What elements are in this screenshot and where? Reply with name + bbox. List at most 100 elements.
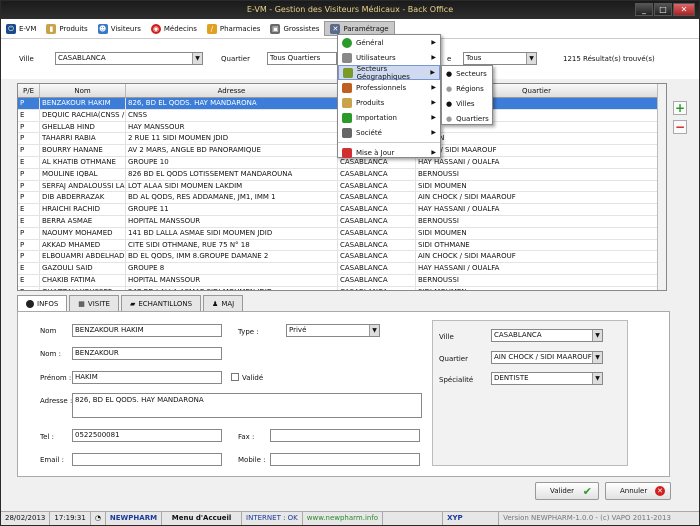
menu-item-label: Régions — [456, 84, 484, 93]
close-button[interactable]: ✕ — [673, 3, 695, 16]
menu-item-mise-a-jour[interactable]: Mise à Jour ▶ — [338, 145, 440, 160]
mobile-field[interactable] — [270, 453, 420, 466]
nom2-label: Nom : — [40, 350, 61, 358]
table-row[interactable]: P ELBOUAMRI ABDELHADI BD EL QODS, IMM 8.GR… — [18, 251, 666, 264]
table-row[interactable]: E CHAKIB FATIMA HOPITAL MANSSOUR CASABLANCA… — [18, 274, 666, 287]
valide-checkbox[interactable] — [231, 373, 239, 381]
table-cell: 247 BD LALLA ASMAE SIDI MOUMEN JDID — [126, 286, 338, 290]
submenu-item-quartiers[interactable]: ● Quartiers — [442, 111, 492, 126]
quartier-filter-select[interactable]: Tous Quartiers — [267, 52, 337, 65]
status-user: XYP — [443, 512, 500, 525]
status-website[interactable]: www.newpharm.info — [303, 512, 384, 525]
table-cell: P — [18, 286, 40, 290]
tab-infos[interactable]: INFOS — [17, 295, 68, 311]
table-row[interactable]: P AKKAD MHAMED CITE SIDI OTHMANE, RUE 75 N… — [18, 239, 666, 252]
table-cell: 2 RUE 11 SIDI MOUMEN JDID — [126, 133, 338, 145]
table-cell: 141 BD LALLA ASMAE SIDI MOUMEN JDID — [126, 227, 338, 239]
status-date: 28/02/2013 — [1, 512, 51, 525]
tab-maj[interactable]: ♟ MAJ — [203, 295, 244, 311]
table-cell: SIDI MOUMEN — [416, 286, 658, 290]
pin-icon: ● — [446, 84, 453, 93]
nom-field[interactable]: BENZAKOUR — [72, 347, 222, 360]
menu-item-label: Utilisateurs — [356, 53, 396, 62]
table-cell: ELBOUAMRI ABDELHADI — [42, 251, 126, 263]
quartier-filter-label: Quartier — [221, 55, 250, 63]
prenom-field[interactable]: HAKIM — [72, 371, 222, 384]
table-row[interactable]: PGHAZZALI YOUSSEF247 BD LALLA ASMAE SIDI… — [18, 286, 666, 290]
column-header-nom[interactable]: Nom — [40, 84, 126, 97]
nom-complet-field[interactable]: BENZAKOUR HAKIM — [72, 324, 222, 337]
chevron-down-icon: ▼ — [592, 352, 602, 363]
submenu-item-secteurs[interactable]: ● Secteurs — [442, 66, 492, 81]
lifebuoy-icon: ◉ — [150, 23, 161, 34]
valide-label: Validé — [242, 374, 264, 382]
table-row[interactable]: PSERFAJ ANDALOUSSI LAMYALOT ALAA SIDI MO… — [18, 180, 666, 193]
menu-visiteurs[interactable]: ☻ Visiteurs — [93, 19, 146, 39]
fax-field[interactable] — [270, 429, 420, 442]
quartier-filter-value: Tous Quartiers — [270, 54, 321, 62]
table-cell: GAZOULI SAID — [40, 263, 126, 274]
table-cell: P — [18, 168, 40, 180]
type-select[interactable]: Privé ▼ — [286, 324, 380, 337]
table-row[interactable]: P NAOUMY MOHAMED 141 BD LALLA ASMAE SIDI M… — [18, 227, 666, 240]
quartier-select[interactable]: AIN CHOCK / SIDI MAAROUF ▼ — [491, 351, 603, 364]
adresse-field[interactable]: 826, BD EL QODS. HAY MANDARONA — [72, 393, 422, 418]
tel-field[interactable]: 0522500081 — [72, 429, 222, 442]
bottle-icon — [342, 97, 352, 108]
menu-item-general[interactable]: Général ▶ — [338, 35, 440, 50]
table-row[interactable]: P MOULINE IQBAL 826 BD EL QODS LOTISSEMENT… — [18, 168, 666, 181]
column-header-adresse[interactable]: Adresse — [126, 84, 338, 97]
tab-echantillons[interactable]: ▰ ECHANTILLONS — [120, 295, 202, 311]
table-cell: 826, BD EL QODS. HAY MANDARONA — [126, 98, 338, 109]
table-cell: HAY HASSANI / OUALFA — [416, 156, 658, 168]
menu-item-professionnels[interactable]: Professionnels ▶ — [338, 80, 440, 95]
menu-item-societe[interactable]: Société ▶ — [338, 125, 440, 140]
menu-evm[interactable]: ⏻ E-VM — [1, 19, 41, 39]
table-row[interactable]: P DIB ABDERRAZAK BD AL QODS, RES ADDAMANE,… — [18, 192, 666, 205]
table-cell: CASABLANCA — [338, 215, 416, 227]
ville-label: Ville — [439, 333, 454, 341]
menu-produits[interactable]: ▮ Produits — [41, 19, 92, 39]
table-row[interactable]: E GAZOULI SAID GROUPE 8 CASABLANCA HAY HASSA… — [18, 263, 666, 275]
specialite-select[interactable]: DENTISTE ▼ — [491, 372, 603, 385]
table-cell: SIDI OTHMANE — [416, 239, 658, 251]
submenu-item-regions[interactable]: ● Régions — [442, 81, 492, 96]
menu-separator — [338, 142, 440, 143]
menu-medecins[interactable]: ◉ Médecins — [146, 19, 202, 39]
column-header-label: Adresse — [217, 87, 246, 95]
cancel-icon: ✕ — [655, 486, 665, 496]
check-icon: ✔ — [582, 485, 592, 498]
minimize-button[interactable]: _ — [635, 3, 653, 16]
type-filter-select[interactable]: Tous ▼ — [463, 52, 537, 65]
menu-label: Produits — [59, 24, 88, 33]
remove-button[interactable]: − — [673, 120, 687, 134]
menu-item-produits[interactable]: Produits ▶ — [338, 95, 440, 110]
ville-filter-select[interactable]: CASABLANCA ▼ — [55, 52, 203, 65]
submenu-item-villes[interactable]: ● Villes — [442, 96, 492, 111]
secteurs-submenu: ● Secteurs ● Régions ● Villes ● Quartiers — [441, 65, 493, 125]
table-cell: P — [18, 239, 40, 251]
add-button[interactable]: + — [673, 101, 687, 115]
table-scrollbar[interactable] — [657, 84, 666, 290]
column-header-pe[interactable]: P/E — [18, 84, 40, 97]
table-cell: BD AL QODS, RES ADDAMANE, JM1, IMM 1 — [126, 192, 338, 204]
table-cell: CASABLANCA — [338, 192, 416, 204]
menu-item-utilisateurs[interactable]: Utilisateurs ▶ — [338, 50, 440, 65]
menu-item-importation[interactable]: Importation ▶ — [338, 110, 440, 125]
tab-visite[interactable]: ▦ VISITE — [69, 295, 119, 311]
maximize-button[interactable]: □ — [654, 3, 672, 16]
valider-button[interactable]: Valider ✔ — [535, 482, 599, 500]
bottle-icon: ▮ — [46, 23, 57, 34]
menu-grossistes[interactable]: ▣ Grossistes — [265, 19, 324, 39]
annuler-button[interactable]: Annuler ✕ — [605, 482, 671, 500]
table-cell: E — [18, 215, 40, 227]
menu-item-label: Secteurs — [456, 69, 487, 78]
menu-item-secteurs[interactable]: Secteurs Géographiques ▶ — [338, 65, 440, 81]
table-row[interactable]: E BERRA ASMAE HOPITAL MANSSOUR CASABLANCA BE… — [18, 215, 666, 228]
table-row[interactable]: E HRAICHI RACHID GROUPE 11 CASABLANCA HAY HA… — [18, 204, 666, 216]
ville-select[interactable]: CASABLANCA ▼ — [491, 329, 603, 342]
email-field[interactable] — [72, 453, 222, 466]
table-cell: 826 BD EL QODS LOTISSEMENT MANDAROUNA — [126, 168, 338, 180]
menu-pharmacies[interactable]: / Pharmacies — [202, 19, 266, 39]
table-cell: CASABLANCA — [338, 274, 416, 286]
